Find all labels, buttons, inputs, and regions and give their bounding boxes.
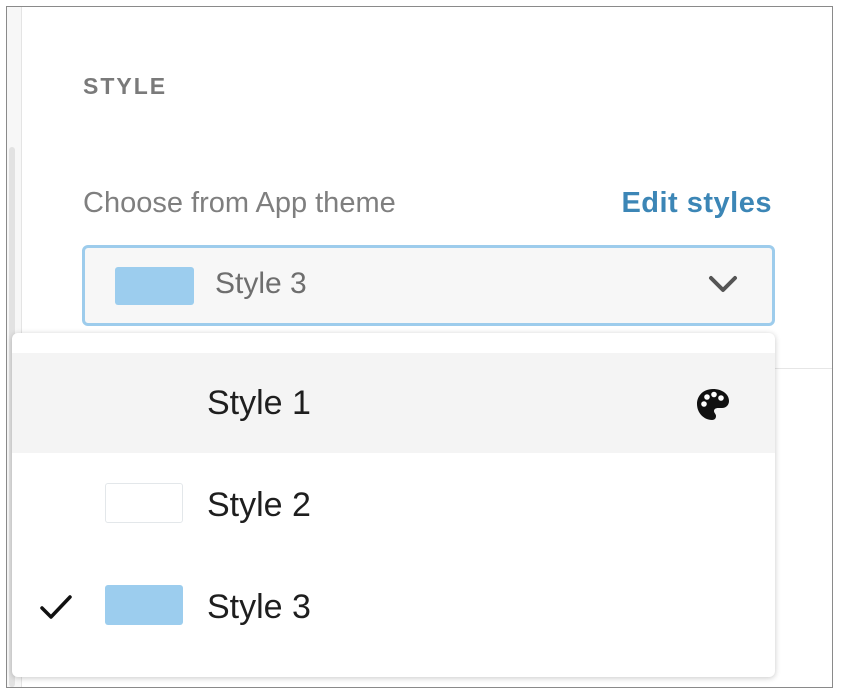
theme-picker-label: Choose from App theme (83, 187, 396, 219)
style-dropdown-menu: Style 1 Style 2 Style 3 (12, 333, 775, 677)
style-panel: STYLE Choose from App theme Edit styles … (6, 6, 833, 688)
chevron-down-icon (709, 276, 737, 292)
divider (775, 368, 832, 369)
style-option-label: Style 2 (207, 486, 311, 524)
section-title: STYLE (83, 73, 168, 99)
style-option-label: Style 3 (207, 588, 311, 626)
style-option-label: Style 1 (207, 384, 311, 422)
style-select[interactable]: Style 3 (82, 245, 775, 326)
selected-style-label: Style 3 (215, 267, 307, 300)
style-swatch (105, 483, 183, 523)
style-option-1[interactable]: Style 1 (12, 353, 775, 453)
selected-style-swatch (115, 267, 194, 305)
checkmark-icon (40, 595, 72, 619)
palette-icon[interactable] (695, 387, 731, 423)
style-option-2[interactable]: Style 2 (12, 455, 775, 555)
style-option-3[interactable]: Style 3 (12, 557, 775, 657)
edit-styles-link[interactable]: Edit styles (621, 187, 772, 220)
style-swatch (105, 585, 183, 625)
